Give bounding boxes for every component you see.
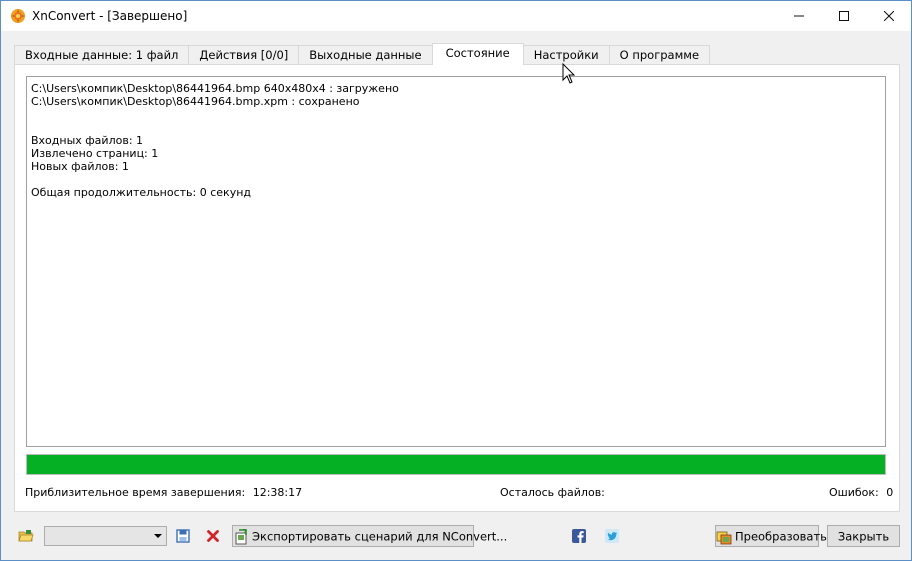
errors-value: 0 [886, 486, 894, 499]
export-script-icon [233, 527, 249, 545]
tab-output[interactable]: Выходные данные [298, 45, 433, 65]
log-line-saved: C:\Users\компик\Desktop\86441964.bmp.xpm… [31, 95, 360, 108]
errors-label: Ошибок: [829, 486, 879, 499]
close-icon [884, 11, 894, 21]
log-pages-extracted: Извлечено страниц: 1 [31, 147, 159, 160]
convert-button[interactable]: Преобразовать [715, 525, 827, 547]
tab-status[interactable]: Состояние [431, 43, 524, 65]
close-button[interactable]: Закрыть [827, 525, 900, 547]
eta-value: 12:38:17 [252, 486, 303, 499]
delete-script-button[interactable] [202, 525, 224, 547]
export-nconvert-button[interactable]: Экспортировать сценарий для NConvert... [232, 525, 507, 547]
log-new-files: Новых файлов: 1 [31, 160, 129, 173]
tab-settings[interactable]: Настройки [522, 45, 610, 65]
tab-input[interactable]: Входные данные: 1 файл [14, 45, 190, 65]
log-total-duration: Общая продолжительность: 0 секунд [31, 186, 251, 199]
progress-bar [26, 454, 886, 475]
app-window: XnConvert - [Завершено] Входные данные: … [0, 0, 912, 561]
convert-label: Преобразовать [735, 529, 827, 544]
open-script-button[interactable] [15, 525, 37, 547]
tab-bar: Входные данные: 1 файл Действия [0/0] Вы… [14, 43, 711, 65]
errors-status: Ошибок: 0 [829, 486, 893, 499]
tab-about[interactable]: О программе [608, 45, 711, 65]
minimize-icon [794, 15, 804, 17]
close-label: Закрыть [837, 529, 890, 544]
progress-fill [27, 455, 885, 474]
twitter-icon [605, 529, 619, 543]
save-icon [176, 529, 190, 543]
delete-icon [207, 530, 219, 542]
tab-actions[interactable]: Действия [0/0] [188, 45, 300, 65]
facebook-icon [572, 529, 586, 543]
mouse-cursor-icon [562, 63, 576, 84]
folder-open-icon [18, 530, 34, 542]
close-window-button[interactable] [866, 1, 912, 31]
chevron-down-icon [154, 534, 162, 538]
facebook-share-button[interactable] [568, 525, 590, 547]
maximize-icon [839, 11, 849, 21]
twitter-share-button[interactable] [601, 525, 623, 547]
title-bar[interactable]: XnConvert - [Завершено] [1, 1, 911, 31]
eta-label: Приблизительное время завершения: [25, 486, 246, 499]
save-script-button[interactable] [172, 525, 194, 547]
remaining-label: Осталось файлов: [500, 486, 605, 499]
remaining-status: Осталось файлов: [500, 486, 605, 499]
convert-icon [716, 529, 732, 545]
minimize-button[interactable] [776, 1, 822, 31]
log-line-loaded: C:\Users\компик\Desktop\86441964.bmp 640… [31, 82, 399, 95]
script-select[interactable] [44, 526, 167, 546]
xnconvert-logo-icon [11, 9, 25, 23]
log-output[interactable]: C:\Users\компик\Desktop\86441964.bmp 640… [26, 76, 886, 447]
maximize-button[interactable] [821, 1, 867, 31]
window-title: XnConvert - [Завершено] [32, 9, 188, 23]
log-input-files: Входных файлов: 1 [31, 134, 144, 147]
eta-status: Приблизительное время завершения: 12:38:… [25, 486, 302, 499]
export-nconvert-label: Экспортировать сценарий для NConvert... [252, 529, 508, 544]
